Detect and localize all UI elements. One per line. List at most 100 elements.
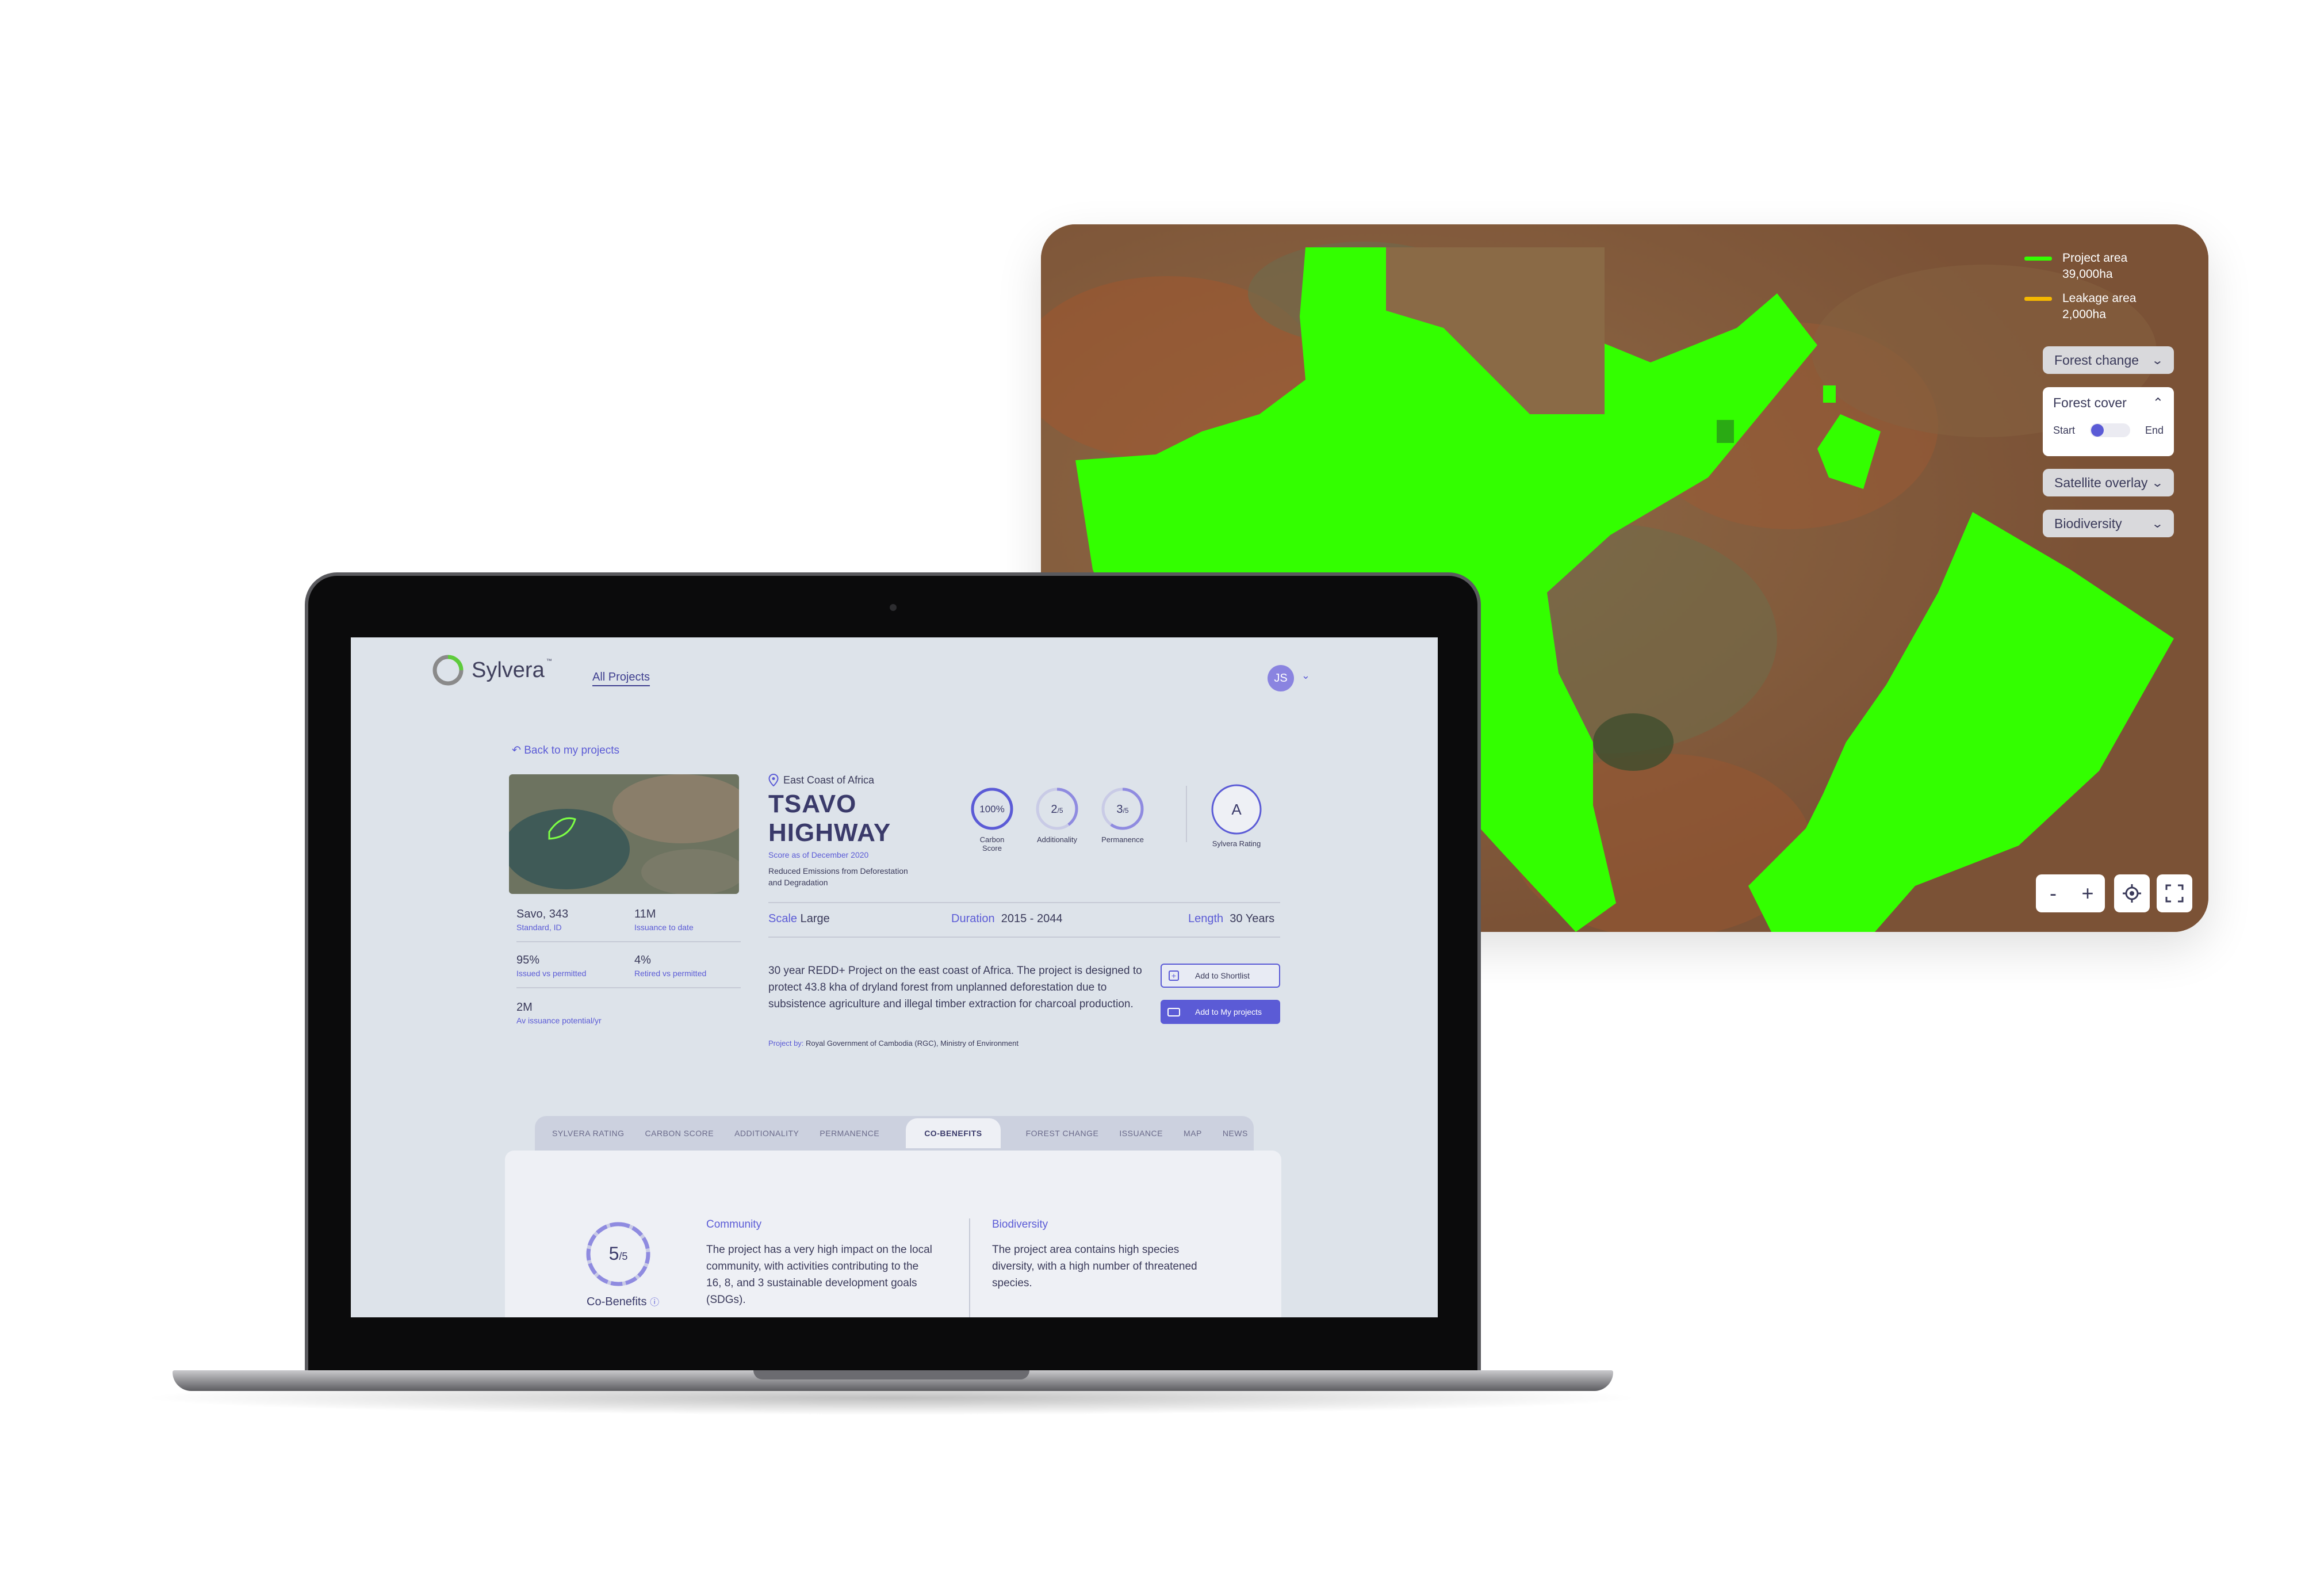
add-to-shortlist-button[interactable]: + Add to Shortlist xyxy=(1161,964,1280,988)
webcam xyxy=(890,604,897,611)
legend-project-area-name: Project area xyxy=(2062,251,2128,265)
map-legend: Project area 39,000ha Leakage area 2,000… xyxy=(2024,250,2157,331)
locate-button[interactable] xyxy=(2114,874,2150,912)
project-type: Reduced Emissions from Deforestation and… xyxy=(768,866,908,887)
fullscreen-button[interactable] xyxy=(2157,874,2192,912)
tab-co-benefits[interactable]: CO-BENEFITS xyxy=(906,1118,1001,1148)
tab-sylvera-rating[interactable]: SYLVERA RATING xyxy=(552,1129,625,1138)
project-area-swatch xyxy=(2024,257,2052,261)
additionality-label: Additionality xyxy=(1036,835,1078,844)
tab-additionality[interactable]: ADDITIONALITY xyxy=(734,1129,799,1138)
biodiversity-label: Biodiversity xyxy=(2054,515,2122,531)
forest-cover-toggle[interactable] xyxy=(2089,423,2130,437)
svg-text:3/5: 3/5 xyxy=(1116,803,1128,816)
score-ring-graphic: 2/5 xyxy=(1036,788,1078,830)
tab-issuance[interactable]: ISSUANCE xyxy=(1119,1129,1163,1138)
forest-change-dropdown[interactable]: Forest change ⌄ xyxy=(2043,346,2174,374)
location-label: East Coast of Africa xyxy=(783,774,875,786)
tab-news[interactable]: NEWS xyxy=(1223,1129,1248,1138)
satellite-thumbnail xyxy=(509,774,739,894)
end-label: End xyxy=(2145,424,2164,436)
score-ring-graphic: 3/5 xyxy=(1101,788,1144,830)
tab-carbon-score[interactable]: CARBON SCORE xyxy=(645,1129,714,1138)
laptop-notch xyxy=(753,1370,1029,1379)
legend-item-project-area: Project area 39,000ha xyxy=(2024,250,2157,282)
biodiversity-dropdown[interactable]: Biodiversity ⌄ xyxy=(2043,510,2174,537)
nav-all-projects[interactable]: All Projects xyxy=(592,671,650,686)
duration-field: Duration 2015 - 2044 xyxy=(951,912,1063,925)
sylvera-logo[interactable]: Sylvera ™ xyxy=(431,653,552,687)
chevron-up-icon[interactable]: ⌃ xyxy=(2153,395,2164,411)
co-benefits-label: Co-Benefits ⓘ xyxy=(587,1295,660,1308)
chevron-down-icon: ⌄ xyxy=(2151,476,2164,490)
crosshair-icon xyxy=(2123,884,2141,903)
tab-map[interactable]: MAP xyxy=(1184,1129,1202,1138)
score-date: Score as of December 2020 xyxy=(768,850,869,859)
score-ring-graphic: 5/5 xyxy=(586,1222,650,1286)
stat-retired-vs-permitted: 4% Retired vs permitted xyxy=(634,954,706,978)
my-projects-label: Add to My projects xyxy=(1195,1007,1262,1016)
briefcase-icon xyxy=(1167,1007,1180,1016)
divider xyxy=(768,937,1280,938)
stat-label: Av issuance potential/yr xyxy=(516,1016,602,1025)
divider xyxy=(516,987,741,988)
stat-label: Retired vs permitted xyxy=(634,969,707,978)
divider xyxy=(516,941,741,942)
project-by: Project by: Royal Government of Cambodia… xyxy=(768,1039,1019,1048)
stat-av-issuance-potential: 2M Av issuance potential/yr xyxy=(516,1001,602,1025)
length-field: Length 30 Years xyxy=(1188,912,1275,925)
back-to-projects-link[interactable]: ↶ Back to my projects xyxy=(512,744,619,757)
top-navigation: Sylvera ™ All Projects JS ⌄ xyxy=(351,637,1438,695)
stat-label: Standard, ID xyxy=(516,923,562,932)
stat-label: Issued vs permitted xyxy=(516,969,587,978)
permanence-ring[interactable]: 3/5 Permanence xyxy=(1100,786,1146,844)
legend-leakage-area-name: Leakage area xyxy=(2062,292,2137,305)
score-divider xyxy=(1186,786,1187,842)
project-title: TSAVO HIGHWAY xyxy=(768,790,891,847)
stat-value: 11M xyxy=(634,908,656,920)
zoom-controls: - + xyxy=(2036,874,2105,912)
start-label: Start xyxy=(2053,424,2076,436)
laptop-screen: Sylvera ™ All Projects JS ⌄ ↶ Back to my … xyxy=(351,637,1438,1317)
sylvera-rating-badge[interactable]: A Sylvera Rating xyxy=(1208,783,1265,848)
zoom-out-button[interactable]: - xyxy=(2036,881,2070,905)
add-to-my-projects-button[interactable]: Add to My projects xyxy=(1161,1000,1280,1024)
forest-change-label: Forest change xyxy=(2054,352,2139,368)
chevron-down-icon: ⌄ xyxy=(2151,354,2164,367)
carbon-score-ring[interactable]: 100% Carbon Score xyxy=(969,786,1015,853)
biodiversity-text: The project area contains high species d… xyxy=(992,1244,1197,1289)
info-icon[interactable]: ⓘ xyxy=(650,1298,659,1308)
brand-name: Sylvera ™ xyxy=(472,658,552,682)
satellite-overlay-dropdown[interactable]: Satellite overlay ⌄ xyxy=(2043,469,2174,496)
toggle-knob[interactable] xyxy=(2091,424,2104,437)
biodiversity-heading: Biodiversity xyxy=(992,1218,1048,1230)
legend-project-area-value: 39,000ha xyxy=(2062,267,2113,281)
tab-forest-change[interactable]: FOREST CHANGE xyxy=(1026,1129,1099,1138)
fullscreen-icon xyxy=(2165,884,2184,903)
chevron-down-icon[interactable]: ⌄ xyxy=(1301,670,1310,682)
community-heading: Community xyxy=(706,1218,762,1230)
column-divider xyxy=(969,1218,970,1317)
co-benefits-score-ring: 5/5 xyxy=(584,1220,653,1291)
svg-text:100%: 100% xyxy=(979,804,1004,815)
project-location: East Coast of Africa xyxy=(768,774,874,786)
svg-text:2/5: 2/5 xyxy=(1051,803,1063,816)
legend-leakage-area-value: 2,000ha xyxy=(2062,308,2106,321)
forest-cover-panel[interactable]: Forest cover ⌃ Start End xyxy=(2043,387,2174,456)
satellite-overlay-label: Satellite overlay xyxy=(2054,475,2148,490)
leakage-area-swatch xyxy=(2024,297,2052,301)
zoom-in-button[interactable]: + xyxy=(2070,881,2105,905)
carbon-score-label: Carbon Score xyxy=(979,835,1005,853)
divider xyxy=(768,902,1280,903)
project-thumbnail[interactable] xyxy=(509,774,739,894)
svg-text:A: A xyxy=(1231,801,1242,818)
tab-permanence[interactable]: PERMANENCE xyxy=(820,1129,879,1138)
user-avatar[interactable]: JS xyxy=(1268,665,1294,691)
stat-issued-vs-permitted: 95% Issued vs permitted xyxy=(516,954,586,978)
shortlist-label: Add to Shortlist xyxy=(1195,971,1250,980)
stat-value: 95% xyxy=(516,954,540,966)
stat-value: Savo, 343 xyxy=(516,908,569,920)
scale-field: Scale Large xyxy=(768,912,830,925)
additionality-ring[interactable]: 2/5 Additionality xyxy=(1034,786,1080,844)
stat-standard-id: Savo, 343 Standard, ID xyxy=(516,908,568,932)
